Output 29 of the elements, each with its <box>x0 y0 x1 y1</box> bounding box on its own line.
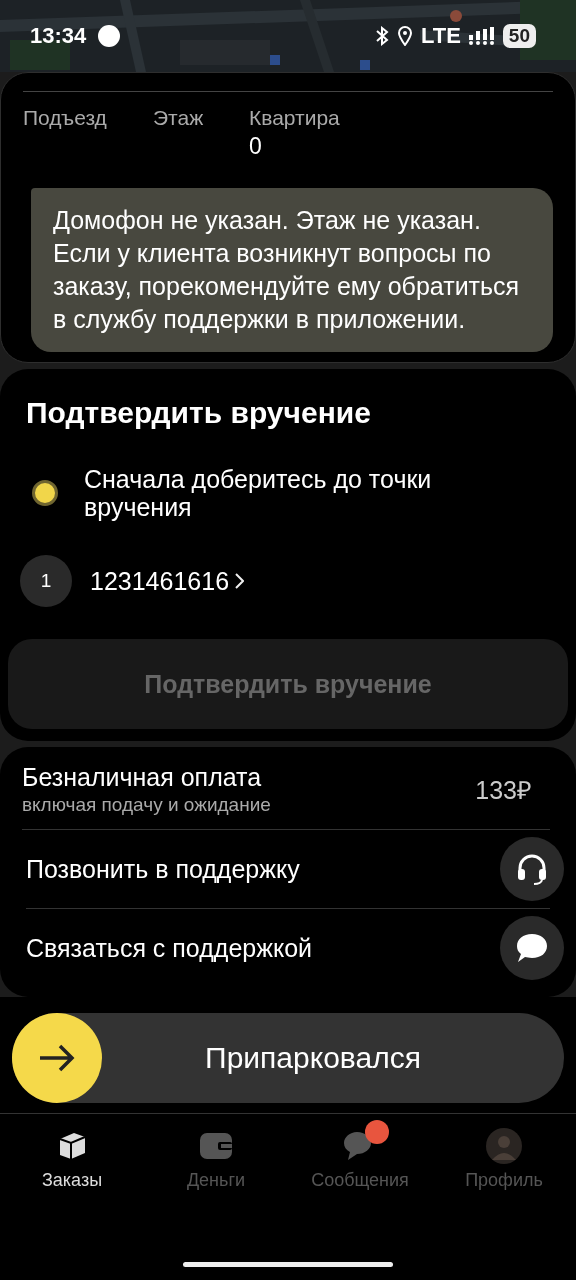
support-action[interactable]: Связаться с поддержкой <box>26 933 500 963</box>
avatar-icon <box>486 1128 522 1164</box>
status-text: Сначала доберитесь до точки вручения <box>84 465 433 521</box>
headset-icon[interactable] <box>515 852 549 886</box>
chevron-icon <box>235 573 245 589</box>
tab[interactable]: Заказы <box>0 1114 144 1191</box>
field-label: Этаж <box>153 105 205 131</box>
note-bubble: Домофон не указан. Этаж не указан. Если у клиента возникнут вопросы по заказу, порекомендуйте ему обратиться в службу поддержки в приложении. <box>31 188 553 352</box>
item-number: 1 <box>20 555 72 607</box>
battery-level: 50 <box>502 24 536 48</box>
field-label: Квартира <box>249 105 340 131</box>
chat-bubble-icon[interactable] <box>515 932 549 964</box>
bluetooth-icon <box>374 26 389 46</box>
location-icon <box>396 26 413 46</box>
arrow-right-icon <box>38 1044 76 1072</box>
support-action[interactable]: Позвонить в поддержку <box>26 854 500 884</box>
status-dot-icon <box>32 480 58 506</box>
field-label: Подъезд <box>23 105 108 131</box>
order-code-link[interactable]: 1231461616 <box>90 566 230 596</box>
payment-amount: 133₽ <box>475 775 532 806</box>
payment-title: Безналичная оплата <box>22 762 263 793</box>
wallet-icon <box>200 1133 232 1159</box>
status-time: 13:34 <box>30 23 87 49</box>
slide-button[interactable]: Припарковался <box>12 1013 564 1103</box>
payment-subtitle: включая подачу и ожидание <box>22 793 272 817</box>
field-value: 0 <box>249 132 263 160</box>
network-type: LTE <box>420 23 461 49</box>
section-title: Подтвердить вручение <box>25 395 372 431</box>
signal-icon <box>468 27 495 45</box>
